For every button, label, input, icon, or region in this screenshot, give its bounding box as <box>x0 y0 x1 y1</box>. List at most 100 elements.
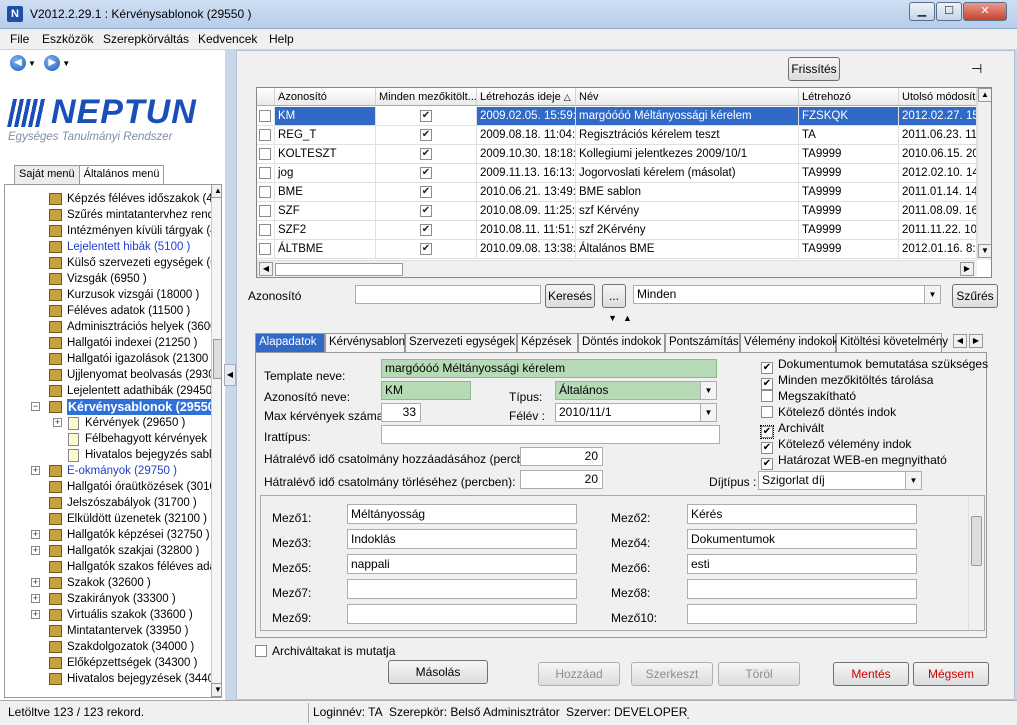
add-button[interactable]: Hozzáad <box>538 662 620 686</box>
type-select[interactable]: Általános ▼ <box>555 381 717 400</box>
field-input[interactable]: Dokumentumok <box>687 529 917 549</box>
tab-4[interactable]: Döntés indokok <box>578 333 665 352</box>
tree-item[interactable]: + Szakok (32600 ) <box>5 575 209 591</box>
tree-item[interactable]: − Kérvénysablonok (29550 <box>5 399 216 415</box>
tree-item[interactable]: Elküldött üzenetek (32100 ) <box>5 511 209 527</box>
checkmark-icon[interactable]: ✔ <box>420 243 432 255</box>
forward-dropdown-icon[interactable]: ▼ <box>62 59 70 68</box>
tab-scroll-left-icon[interactable]: ◀ <box>953 334 967 348</box>
field-input[interactable]: Méltányosság <box>347 504 577 524</box>
tab-5[interactable]: Pontszámítás <box>665 333 740 352</box>
collapse-icon[interactable]: − <box>31 402 40 411</box>
field-input[interactable] <box>347 579 577 599</box>
tree-item[interactable]: Szűrés mintatantervhez rende <box>5 207 220 223</box>
checkmark-icon[interactable]: ✔ <box>420 186 432 198</box>
max-requests-input[interactable]: 33 <box>381 403 421 422</box>
deadline-attach-input[interactable]: 20 <box>520 447 603 466</box>
tree-item[interactable]: Képzés féléves időszakok (44 <box>5 191 219 207</box>
tree-item[interactable]: Vizsgák (6950 ) <box>5 271 209 287</box>
table-row[interactable]: KOLTESZT ✔ 2009.10.30. 18:18:2 Kollegiumi j… <box>257 145 977 164</box>
checkbox-box[interactable] <box>761 406 773 418</box>
expand-icon[interactable]: + <box>53 418 62 427</box>
back-arrow-icon[interactable]: ◀ <box>10 55 26 71</box>
show-archived-checkbox[interactable]: Archiváltakat is mutatja <box>255 644 395 658</box>
tab-3[interactable]: Képzések <box>517 333 578 352</box>
irattipus-input[interactable] <box>381 425 720 444</box>
expand-icon[interactable]: + <box>31 610 40 619</box>
tab-1[interactable]: Kérvénysablon <box>325 333 405 352</box>
tree-item[interactable]: + Hallgatók szakjai (32800 ) <box>5 543 209 559</box>
grid-header-all-fields[interactable]: Minden mezőkitölt... <box>376 88 477 106</box>
tab-own-menu[interactable]: Saját menü <box>14 165 80 184</box>
field-input[interactable]: Indoklás <box>347 529 577 549</box>
tab-7[interactable]: Kitöltési követelmény <box>836 333 948 352</box>
tree-item[interactable]: + Virtuális szakok (33600 ) <box>5 607 209 623</box>
tree-item[interactable]: Hallgatói óraütközések (3010 <box>5 479 216 495</box>
grid-hscrollbar[interactable]: ◀ ▶ <box>257 260 977 277</box>
tree-item[interactable]: + Szakirányok (33300 ) <box>5 591 209 607</box>
tree-item[interactable]: Külső szervezeti egységek (68 <box>5 255 221 271</box>
checkbox-box[interactable] <box>255 645 267 657</box>
checkmark-icon[interactable]: ✔ <box>761 458 773 470</box>
scroll-right-icon[interactable]: ▶ <box>960 262 974 276</box>
tree-scroll-thumb[interactable] <box>213 339 221 379</box>
tree-item[interactable]: Előképzettségek (34300 ) <box>5 655 209 671</box>
splitter-arrows[interactable]: ▼▲ <box>597 313 649 323</box>
expand-icon[interactable]: + <box>31 546 40 555</box>
template-name-input[interactable]: margóóóó Méltányossági kérelem <box>381 359 717 378</box>
checkbox-box[interactable] <box>761 390 773 402</box>
tree-item[interactable]: + Kérvények (29650 ) <box>5 415 209 431</box>
grid-header-name[interactable]: Név <box>576 88 799 106</box>
tree-item[interactable]: Hivatalos bejegyzések (34400 <box>5 671 220 687</box>
collapse-panel-button[interactable]: ◀ <box>224 364 236 386</box>
table-row[interactable]: REG_T ✔ 2009.08.18. 11:04:1 Regisztrációs k… <box>257 126 977 145</box>
checkmark-icon[interactable]: ✔ <box>420 205 432 217</box>
delete-button[interactable]: Töröl <box>718 662 800 686</box>
tab-6[interactable]: Vélemény indokok <box>740 333 838 352</box>
tab-0[interactable]: Alapadatok <box>255 333 325 352</box>
menu-help[interactable]: Help <box>269 32 294 46</box>
option-checkbox[interactable]: ✔ Dokumentumok bemutatása szükséges <box>761 357 988 374</box>
grid-header-id[interactable]: Azonosító <box>275 88 376 106</box>
option-checkbox[interactable]: ✔ Kötelező vélemény indok <box>761 437 911 454</box>
expand-icon[interactable]: + <box>31 530 40 539</box>
grid-header-creator[interactable]: Létrehozó <box>799 88 899 106</box>
row-select-checkbox[interactable] <box>259 186 271 198</box>
field-input[interactable] <box>687 579 917 599</box>
fields-scrollbar[interactable] <box>968 496 984 630</box>
expand-icon[interactable]: + <box>31 594 40 603</box>
table-row[interactable]: BME ✔ 2010.06.21. 13:49:5 BME sablon TA9999 2… <box>257 183 977 202</box>
table-row[interactable]: ÁLTBME ✔ 2010.09.08. 13:38:5 Általános BME T… <box>257 240 977 259</box>
field-input[interactable]: nappali <box>347 554 577 574</box>
option-checkbox[interactable]: ✔ Minden mezőkitöltés tárolása <box>761 373 933 390</box>
row-select-checkbox[interactable] <box>259 110 271 122</box>
menu-favorites[interactable]: Kedvencek <box>198 32 257 46</box>
menu-file[interactable]: File <box>10 32 29 46</box>
scroll-up-icon[interactable]: ▲ <box>211 185 221 198</box>
menu-role-switch[interactable]: Szerepkörváltás <box>103 32 189 46</box>
tree-item[interactable]: + Hallgatók képzései (32750 ) <box>5 527 210 543</box>
edit-button[interactable]: Szerkeszt <box>631 662 713 686</box>
option-checkbox[interactable]: Kötelező döntés indok <box>761 405 896 419</box>
checkmark-icon[interactable]: ✔ <box>420 224 432 236</box>
filter-button[interactable]: Szűrés <box>952 284 998 308</box>
table-row[interactable]: SZF2 ✔ 2010.08.11. 11:51:2 szf 2Kérvény TA99… <box>257 221 977 240</box>
refresh-button[interactable]: Frissítés <box>788 57 840 81</box>
tree-scrollbar[interactable]: ▲ ▼ <box>211 185 221 697</box>
save-button[interactable]: Mentés <box>833 662 909 686</box>
pin-icon[interactable]: ⊣ <box>971 61 982 77</box>
tree-item[interactable]: Lejelentett adathibák (29450 <box>5 383 212 399</box>
scroll-up-icon[interactable]: ▲ <box>978 88 991 102</box>
fields-scroll-thumb[interactable] <box>971 516 982 566</box>
close-button[interactable]: ✕ <box>963 2 1007 21</box>
checkmark-icon[interactable]: ✔ <box>420 129 432 141</box>
scroll-down-icon[interactable]: ▼ <box>978 244 991 258</box>
table-row[interactable]: SZF ✔ 2010.08.09. 11:25:2 szf Kérvény TA9999… <box>257 202 977 221</box>
tree-item[interactable]: Ujjlenyomat beolvasás (29300 <box>5 367 221 383</box>
search-input[interactable] <box>355 285 541 304</box>
minimize-button[interactable]: ▁ <box>909 2 935 21</box>
checkmark-icon[interactable]: ✔ <box>420 167 432 179</box>
tab-general-menu[interactable]: Általános menü <box>78 165 165 184</box>
tree-item[interactable]: Jelszószabályok (31700 ) <box>5 495 209 511</box>
search-button[interactable]: Keresés <box>545 284 595 308</box>
